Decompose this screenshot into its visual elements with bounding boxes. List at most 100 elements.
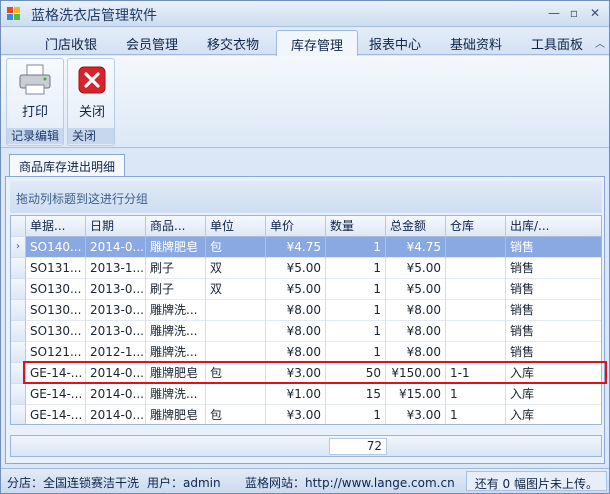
cell-doc-no[interactable]: SO130...: [26, 321, 86, 342]
cell-total[interactable]: ¥5.00: [386, 258, 446, 279]
cell-total[interactable]: ¥8.00: [386, 342, 446, 363]
row-indicator[interactable]: [11, 279, 26, 300]
cell-date[interactable]: 2014-0...: [86, 405, 146, 424]
cell-quantity[interactable]: 1: [326, 342, 386, 363]
cell-total[interactable]: ¥3.00: [386, 405, 446, 424]
cell-product[interactable]: 雕牌洗...: [146, 384, 206, 405]
cell-total[interactable]: ¥8.00: [386, 321, 446, 342]
cell-product[interactable]: 雕牌肥皂: [146, 405, 206, 424]
cell-date[interactable]: 2013-0...: [86, 321, 146, 342]
cell-unit[interactable]: 双: [206, 258, 266, 279]
row-indicator[interactable]: [11, 321, 26, 342]
cell-total[interactable]: ¥4.75: [386, 237, 446, 258]
cell-product[interactable]: 雕牌肥皂: [146, 237, 206, 258]
row-indicator[interactable]: [11, 258, 26, 279]
cell-unit[interactable]: 包: [206, 237, 266, 258]
column-header-quantity[interactable]: 数量: [326, 216, 386, 237]
cell-unit[interactable]: 包: [206, 405, 266, 424]
cell-doc-no[interactable]: SO121...: [26, 342, 86, 363]
column-header-warehouse[interactable]: 仓库: [446, 216, 506, 237]
cell-product[interactable]: 雕牌洗...: [146, 321, 206, 342]
cell-date[interactable]: 2013-0...: [86, 300, 146, 321]
cell-quantity[interactable]: 15: [326, 384, 386, 405]
cell-quantity[interactable]: 1: [326, 279, 386, 300]
cell-price[interactable]: ¥8.00: [266, 321, 326, 342]
cell-warehouse[interactable]: [446, 279, 506, 300]
column-header-product[interactable]: 商品...: [146, 216, 206, 237]
menu-tab-reports[interactable]: 报表中心: [369, 34, 421, 53]
menu-tab-inventory[interactable]: 库存管理: [276, 30, 359, 56]
cell-warehouse[interactable]: 1: [446, 405, 506, 424]
cell-direction[interactable]: 销售: [506, 342, 601, 363]
cell-price[interactable]: ¥8.00: [266, 342, 326, 363]
cell-quantity[interactable]: 1: [326, 405, 386, 424]
cell-total[interactable]: ¥5.00: [386, 279, 446, 300]
column-header-date[interactable]: 日期: [86, 216, 146, 237]
cell-warehouse[interactable]: [446, 237, 506, 258]
row-indicator[interactable]: [11, 384, 26, 405]
status-website[interactable]: 蓝格网站：http://www.lange.com.cn: [245, 474, 455, 491]
column-header-doc-no[interactable]: 单据...: [26, 216, 86, 237]
cell-unit[interactable]: [206, 342, 266, 363]
cell-doc-no[interactable]: GE-14-...: [26, 405, 86, 424]
cell-direction[interactable]: 销售: [506, 279, 601, 300]
close-button[interactable]: 关闭: [67, 61, 117, 123]
column-header-direction[interactable]: 出库/...: [506, 216, 601, 237]
cell-price[interactable]: ¥4.75: [266, 237, 326, 258]
column-header-unit[interactable]: 单位: [206, 216, 266, 237]
close-icon[interactable]: ✕: [586, 6, 604, 22]
cell-direction[interactable]: 销售: [506, 321, 601, 342]
cell-total[interactable]: ¥8.00: [386, 300, 446, 321]
cell-unit[interactable]: 双: [206, 279, 266, 300]
cell-direction[interactable]: 销售: [506, 300, 601, 321]
cell-doc-no[interactable]: SO130...: [26, 279, 86, 300]
table-row[interactable]: SO121... 2012-1... 雕牌洗... ¥8.00 1 ¥8.00 销售: [11, 342, 601, 363]
cell-warehouse[interactable]: 1: [446, 384, 506, 405]
column-header-total[interactable]: 总金额: [386, 216, 446, 237]
cell-direction[interactable]: 入库: [506, 384, 601, 405]
table-row[interactable]: SO130... 2013-0... 刷子双 ¥5.00 1 ¥5.00 销售: [11, 279, 601, 300]
cell-date[interactable]: 2012-1...: [86, 342, 146, 363]
group-by-panel[interactable]: 拖动列标题到这进行分组: [10, 181, 602, 213]
cell-price[interactable]: ¥5.00: [266, 258, 326, 279]
title-bar[interactable]: 蓝格洗衣店管理软件 — ▫ ✕: [1, 1, 609, 27]
cell-quantity[interactable]: 1: [326, 258, 386, 279]
cell-quantity[interactable]: 1: [326, 300, 386, 321]
cell-doc-no[interactable]: GE-14-...: [26, 384, 86, 405]
cell-price[interactable]: ¥3.00: [266, 405, 326, 424]
cell-price[interactable]: ¥5.00: [266, 279, 326, 300]
table-row[interactable]: GE-14-... 2014-0... 雕牌肥皂包 ¥3.00 1 ¥3.00 1 入库: [11, 405, 601, 424]
chevron-up-icon[interactable]: ︿: [595, 35, 605, 50]
cell-doc-no[interactable]: SO131...: [26, 258, 86, 279]
table-row[interactable]: GE-14-... 2014-0... 雕牌洗... ¥1.00 15 ¥15.00 1 入库: [11, 384, 601, 405]
cell-price[interactable]: ¥1.00: [266, 384, 326, 405]
cell-warehouse[interactable]: [446, 300, 506, 321]
cell-product[interactable]: 雕牌洗...: [146, 342, 206, 363]
cell-direction[interactable]: 入库: [506, 405, 601, 424]
cell-warehouse[interactable]: [446, 342, 506, 363]
cell-date[interactable]: 2013-0...: [86, 279, 146, 300]
cell-unit[interactable]: [206, 384, 266, 405]
menu-tab-tools[interactable]: 工具面板: [531, 34, 583, 53]
cell-quantity[interactable]: 1: [326, 237, 386, 258]
table-row[interactable]: SO131... 2013-1... 刷子双 ¥5.00 1 ¥5.00 销售: [11, 258, 601, 279]
print-button[interactable]: 打印: [10, 61, 60, 123]
cell-price[interactable]: ¥8.00: [266, 300, 326, 321]
cell-doc-no[interactable]: SO140...: [26, 237, 86, 258]
cell-date[interactable]: 2013-1...: [86, 258, 146, 279]
cell-product[interactable]: 刷子: [146, 279, 206, 300]
column-header-price[interactable]: 单价: [266, 216, 326, 237]
menu-tab-member[interactable]: 会员管理: [126, 34, 178, 53]
cell-quantity[interactable]: 1: [326, 321, 386, 342]
menu-tab-transfer[interactable]: 移交衣物: [207, 34, 259, 53]
cell-warehouse[interactable]: [446, 321, 506, 342]
cell-product[interactable]: 雕牌洗...: [146, 300, 206, 321]
row-indicator[interactable]: [11, 342, 26, 363]
maximize-icon[interactable]: ▫: [565, 6, 583, 22]
table-row[interactable]: SO130... 2013-0... 雕牌洗... ¥8.00 1 ¥8.00 销售: [11, 321, 601, 342]
cell-date[interactable]: 2014-0...: [86, 384, 146, 405]
cell-unit[interactable]: [206, 321, 266, 342]
row-indicator[interactable]: [11, 300, 26, 321]
row-indicator[interactable]: ›: [11, 237, 26, 258]
cell-unit[interactable]: [206, 300, 266, 321]
